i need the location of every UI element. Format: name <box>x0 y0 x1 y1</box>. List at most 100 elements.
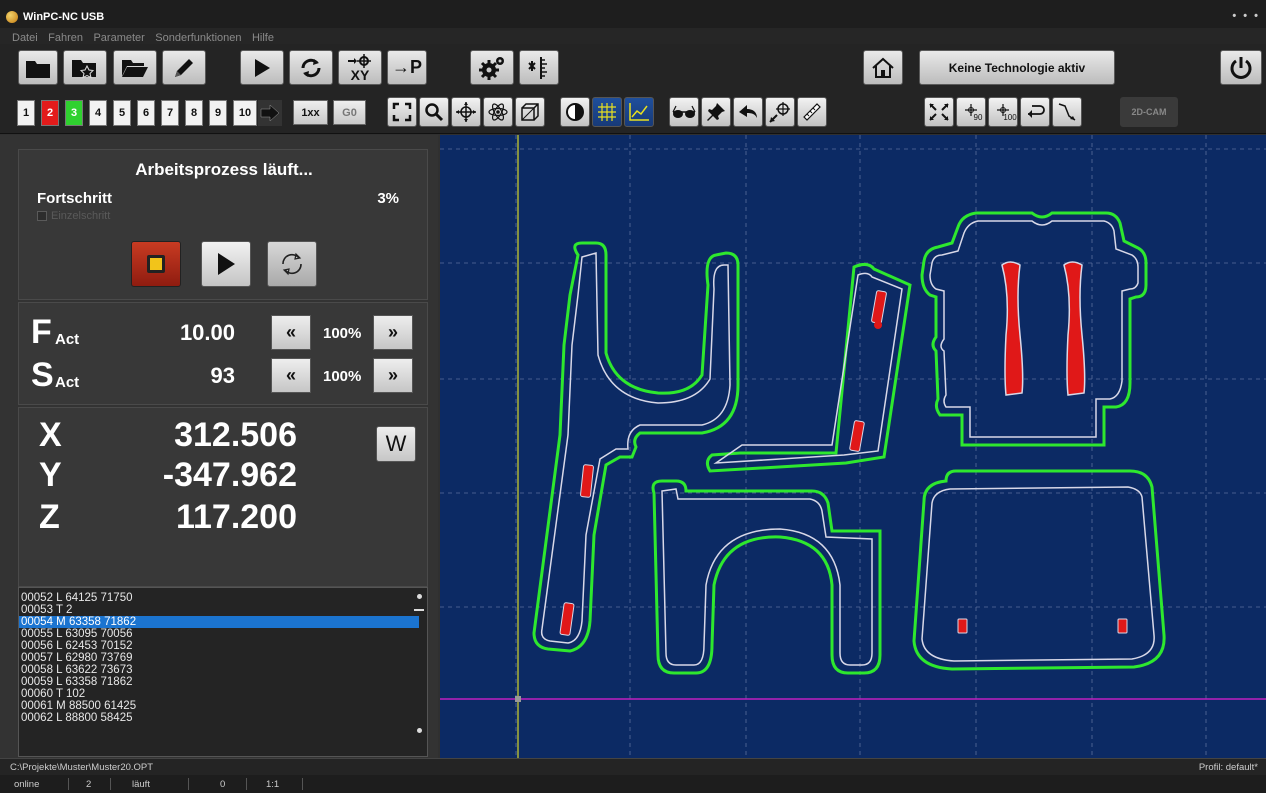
slot-9-button[interactable]: 9 <box>209 100 227 126</box>
undo-button[interactable] <box>733 97 763 127</box>
code-line[interactable]: 00062 L 88800 58425 <box>19 712 419 724</box>
scroll-down-dot[interactable] <box>417 728 422 733</box>
power-button[interactable] <box>1220 50 1262 85</box>
settings-button[interactable] <box>470 50 514 85</box>
folder-star-icon <box>72 59 96 78</box>
slot-4-button[interactable]: 4 <box>89 100 107 126</box>
scrollbar[interactable] <box>414 594 424 734</box>
magnifier-icon <box>425 103 444 122</box>
origin-marker <box>515 696 521 702</box>
speed-decrease-button[interactable]: « <box>271 358 311 393</box>
code-line[interactable]: 00055 L 63095 70056 <box>19 628 419 640</box>
edit-button[interactable] <box>162 50 206 85</box>
view-toolbar: 1 2 3 4 5 6 7 8 9 10 1xx G0 90 100 2D-CA… <box>0 92 1266 134</box>
technology-button[interactable]: Keine Technologie aktiv <box>919 50 1115 85</box>
laser-pointer-button[interactable] <box>701 97 731 127</box>
contrast-button[interactable] <box>560 97 590 127</box>
to-p-label: →P <box>391 57 422 77</box>
scroll-thumb[interactable] <box>414 609 424 611</box>
code-line[interactable]: 00058 L 63622 73673 <box>19 664 419 676</box>
g0-button[interactable]: G0 <box>333 100 366 125</box>
slot-8-button[interactable]: 8 <box>185 100 203 126</box>
feed-row: F Act 10.00 « 100% » <box>31 313 413 355</box>
back-arrow-icon <box>739 105 757 118</box>
code-line-selected[interactable]: 00054 M 63358 71862 <box>19 616 419 628</box>
single-step-checkbox[interactable]: Einzelschritt <box>37 210 110 222</box>
3d-view-button[interactable] <box>483 97 513 127</box>
speed-letter: S <box>31 356 54 394</box>
rotate-90-button[interactable]: 90 <box>956 97 986 127</box>
tool-path-button[interactable] <box>1052 97 1082 127</box>
status-bar-machine: online 2 läuft 0 1:1 <box>0 775 1266 793</box>
feed-panel: F Act 10.00 « 100% » S Act 93 « 100% » <box>18 302 428 405</box>
tool-position-marker <box>874 321 882 329</box>
cycle-button[interactable] <box>267 241 317 287</box>
1xx-button[interactable]: 1xx <box>293 100 328 125</box>
return-button[interactable] <box>1020 97 1050 127</box>
code-line[interactable]: 00057 L 62980 73769 <box>19 652 419 664</box>
zoom-fit-button[interactable] <box>387 97 417 127</box>
file-path: C:\Projekte\Muster\Muster20.OPT <box>10 762 154 773</box>
speed-increase-button[interactable]: » <box>373 358 413 393</box>
refresh-icon <box>301 58 321 77</box>
slot-5-button[interactable]: 5 <box>113 100 131 126</box>
zoom-button[interactable] <box>419 97 449 127</box>
travel-paths-toggle-button[interactable] <box>624 97 654 127</box>
crosshair-arrow-icon <box>348 53 371 68</box>
status-bar-file: C:\Projekte\Muster\Muster20.OPT Profil: … <box>0 758 1266 775</box>
feed-increase-button[interactable]: » <box>373 315 413 350</box>
separator <box>188 778 189 790</box>
scale-100-button[interactable]: 100 <box>988 97 1018 127</box>
code-line[interactable]: 00053 T 2 <box>19 604 419 616</box>
code-line[interactable]: 00060 T 102 <box>19 688 419 700</box>
expand-arrows-icon <box>929 103 949 121</box>
workpiece-canvas[interactable] <box>440 135 1266 758</box>
io-signals-button[interactable] <box>519 50 559 85</box>
slot-10-button[interactable]: 10 <box>233 100 257 126</box>
checkbox-box <box>37 211 47 221</box>
preview-button[interactable] <box>669 97 699 127</box>
home-button[interactable] <box>863 50 903 85</box>
start-button[interactable] <box>240 50 284 85</box>
move-to-park-button[interactable]: →P <box>387 50 427 85</box>
feed-decrease-button[interactable]: « <box>271 315 311 350</box>
separator <box>110 778 111 790</box>
glasses-icon <box>672 105 696 118</box>
title-bar: WinPC-NC USB • • • <box>0 0 1266 28</box>
speed-sub: Act <box>55 374 80 391</box>
code-line[interactable]: 00052 L 64125 71750 <box>19 592 419 604</box>
stop-button[interactable] <box>131 241 181 287</box>
slots-next-button[interactable] <box>258 100 282 126</box>
code-line[interactable]: 00059 L 63358 71862 <box>19 676 419 688</box>
open-job-button[interactable] <box>18 50 58 85</box>
program-listing[interactable]: 00052 L 64125 71750 00053 T 2 00054 M 63… <box>18 587 428 757</box>
move-to-position-button[interactable] <box>765 97 795 127</box>
slot-3-button[interactable]: 3 <box>65 100 83 126</box>
open-folder-button[interactable] <box>113 50 157 85</box>
zero-xy-button[interactable] <box>924 97 954 127</box>
part-backrest <box>920 211 1148 447</box>
repeat-button[interactable] <box>289 50 333 85</box>
separator <box>68 778 69 790</box>
slot-6-button[interactable]: 6 <box>137 100 155 126</box>
code-line[interactable]: 00061 M 88500 61425 <box>19 700 419 712</box>
connection-status: online <box>14 779 40 790</box>
scroll-up-dot[interactable] <box>417 594 422 599</box>
signals-icon <box>528 56 547 79</box>
slot-7-button[interactable]: 7 <box>161 100 179 126</box>
code-line[interactable]: 00056 L 62453 70152 <box>19 640 419 652</box>
favorites-button[interactable] <box>63 50 107 85</box>
move-xy-button[interactable]: XY <box>338 50 382 85</box>
window-controls[interactable]: • • • <box>1232 10 1260 22</box>
slot-1-button[interactable]: 1 <box>17 100 35 126</box>
process-title: Arbeitsprozess läuft... <box>135 160 313 179</box>
pan-button[interactable] <box>451 97 481 127</box>
measure-button[interactable] <box>797 97 827 127</box>
2d-cam-button[interactable]: 2D-CAM <box>1120 97 1178 127</box>
w-button[interactable]: W <box>376 426 416 462</box>
slot-2-button[interactable]: 2 <box>41 100 59 126</box>
continue-button[interactable] <box>201 241 251 287</box>
zero-status: 0 <box>220 779 226 790</box>
workpiece-view-button[interactable] <box>515 97 545 127</box>
grid-toggle-button[interactable] <box>592 97 622 127</box>
